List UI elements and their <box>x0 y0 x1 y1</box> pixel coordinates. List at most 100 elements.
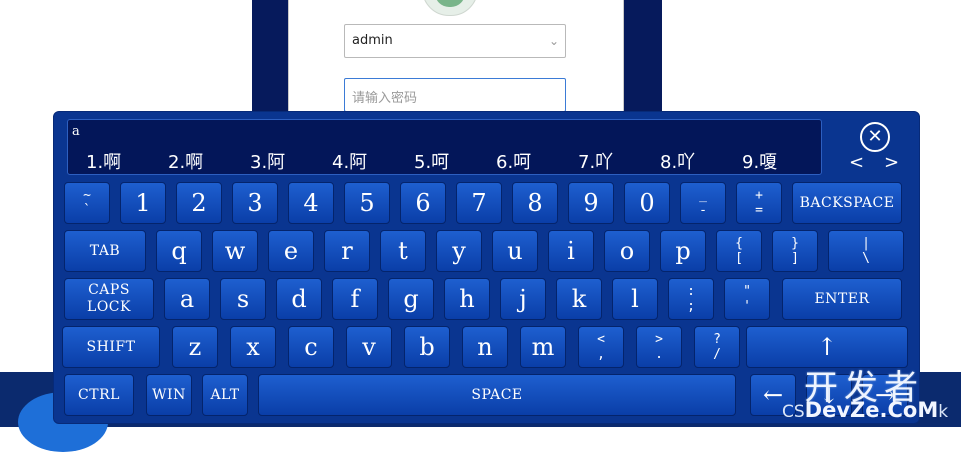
key-c[interactable]: c <box>288 326 334 368</box>
key-7[interactable]: 7 <box>456 182 502 224</box>
candidate-8[interactable]: 8.吖 <box>660 148 695 174</box>
key-p[interactable]: p <box>660 230 706 272</box>
key-5[interactable]: 5 <box>344 182 390 224</box>
key-space[interactable]: SPACE <box>258 374 736 416</box>
key-o[interactable]: o <box>604 230 650 272</box>
key-z[interactable]: z <box>172 326 218 368</box>
watermark-brand: DevZe.CoM <box>804 398 939 422</box>
key-tab[interactable]: TAB <box>64 230 146 272</box>
key-symbol-row3-10[interactable]: :; <box>668 278 714 320</box>
key-symbol-row1-11[interactable]: _ - <box>680 182 726 224</box>
key-y[interactable]: y <box>436 230 482 272</box>
key-label: j <box>519 285 527 313</box>
key-ctrl[interactable]: CTRL <box>64 374 134 416</box>
key-m[interactable]: m <box>520 326 566 368</box>
key-shift[interactable]: SHIFT <box>62 326 160 368</box>
key-2[interactable]: 2 <box>176 182 222 224</box>
candidate-3[interactable]: 3.阿 <box>250 148 285 174</box>
key-h[interactable]: h <box>444 278 490 320</box>
watermark-suffix: k <box>938 402 949 422</box>
candidate-1[interactable]: 1.啊 <box>86 148 121 174</box>
key-label: q <box>171 237 187 265</box>
key-a[interactable]: a <box>164 278 210 320</box>
key-label: TAB <box>89 242 121 259</box>
key-label: 9 <box>583 189 599 217</box>
key-symbol-row2-13[interactable]: | \ <box>828 230 904 272</box>
key-symbol-row4-8[interactable]: <, <box>578 326 624 368</box>
close-icon[interactable]: ✕ <box>860 122 890 152</box>
key-g[interactable]: g <box>388 278 434 320</box>
key-u[interactable]: u <box>492 230 538 272</box>
key-i[interactable]: i <box>548 230 594 272</box>
key-symbol-row3-11[interactable]: " ' <box>724 278 770 320</box>
next-page-icon[interactable]: > <box>884 152 899 174</box>
key-win[interactable]: WIN <box>146 374 192 416</box>
key-label: 7 <box>471 189 487 217</box>
key-d[interactable]: d <box>276 278 322 320</box>
key-e[interactable]: e <box>268 230 314 272</box>
key-0[interactable]: 0 <box>624 182 670 224</box>
key-label: m <box>531 333 555 361</box>
key-symbol-row4-10[interactable]: ? / <box>694 326 740 368</box>
key-q[interactable]: q <box>156 230 202 272</box>
candidate-4[interactable]: 4.阿 <box>332 148 367 174</box>
key-label: ENTER <box>814 290 870 307</box>
key-3[interactable]: 3 <box>232 182 278 224</box>
key-label: i <box>567 237 575 265</box>
key-symbol-row1-12[interactable]: + = <box>736 182 782 224</box>
key-caps-lock[interactable]: CAPS LOCK <box>64 278 154 320</box>
key-label: CTRL <box>78 386 120 403</box>
username-field[interactable]: admin ⌄ <box>344 24 566 58</box>
key-4[interactable]: 4 <box>288 182 334 224</box>
key-k[interactable]: k <box>556 278 602 320</box>
key-s[interactable]: s <box>220 278 266 320</box>
key-label: 1 <box>135 189 151 217</box>
key-symbol-row2-12[interactable]: }] <box>772 230 818 272</box>
candidate-9[interactable]: 9.嗄 <box>742 148 777 174</box>
key-symbol-row4-9[interactable]: >. <box>636 326 682 368</box>
candidate-6[interactable]: 6.呵 <box>496 148 531 174</box>
key-v[interactable]: v <box>346 326 392 368</box>
key-shift-label: ~ <box>83 188 91 203</box>
key-label: / <box>713 347 721 362</box>
key-symbol-row2-11[interactable]: {[ <box>716 230 762 272</box>
key-6[interactable]: 6 <box>400 182 446 224</box>
candidate-7[interactable]: 7.吖 <box>578 148 613 174</box>
key-label: d <box>291 285 307 313</box>
key-f[interactable]: f <box>332 278 378 320</box>
watermark-en: CSDevZe.CoMk <box>782 398 948 422</box>
username-value: admin <box>352 33 393 48</box>
key-9[interactable]: 9 <box>568 182 614 224</box>
key-x[interactable]: x <box>230 326 276 368</box>
key-j[interactable]: j <box>500 278 546 320</box>
key-1[interactable]: 1 <box>120 182 166 224</box>
key-b[interactable]: b <box>404 326 450 368</box>
key-label: 0 <box>639 189 655 217</box>
key-backspace[interactable]: BACKSPACE <box>792 182 902 224</box>
key-r[interactable]: r <box>324 230 370 272</box>
password-field[interactable]: 请输入密码 <box>344 78 566 112</box>
key-label: k <box>571 285 587 313</box>
key-l[interactable]: l <box>612 278 658 320</box>
key-shift-label: " <box>743 284 751 299</box>
key-label: ] <box>791 251 799 266</box>
chevron-down-icon[interactable]: ⌄ <box>549 34 559 48</box>
key-shift-label: : <box>687 284 695 299</box>
key-label: 4 <box>303 189 319 217</box>
key-label: ' <box>743 299 751 314</box>
key-label-2: LOCK <box>87 299 131 315</box>
key-t[interactable]: t <box>380 230 426 272</box>
key-enter[interactable]: ENTER <box>782 278 902 320</box>
candidate-5[interactable]: 5.呵 <box>414 148 449 174</box>
key-symbol-row1-0[interactable]: ~ ` <box>64 182 110 224</box>
candidate-2[interactable]: 2.啊 <box>168 148 203 174</box>
key-8[interactable]: 8 <box>512 182 558 224</box>
key-alt[interactable]: ALT <box>202 374 248 416</box>
key-label: r <box>341 237 353 265</box>
key-shift-label: } <box>791 236 799 251</box>
key-w[interactable]: w <box>212 230 258 272</box>
watermark: 开发者 CSDevZe.CoMk <box>780 360 960 426</box>
key-label: z <box>188 333 202 361</box>
key-n[interactable]: n <box>462 326 508 368</box>
prev-page-icon[interactable]: < <box>849 152 864 174</box>
